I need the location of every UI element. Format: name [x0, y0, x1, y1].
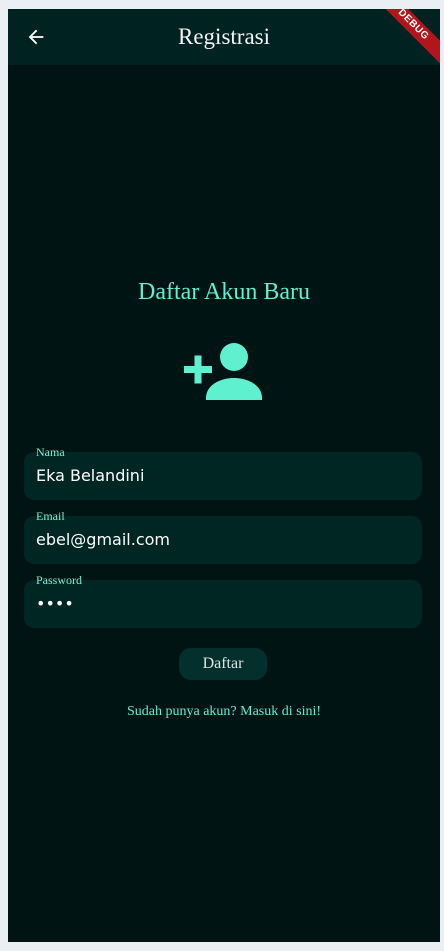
- password-field[interactable]: Password: [24, 573, 422, 628]
- email-input[interactable]: [36, 516, 410, 564]
- password-label: Password: [36, 573, 83, 587]
- email-field[interactable]: Email: [24, 509, 422, 564]
- register-button[interactable]: Daftar: [179, 648, 267, 680]
- name-field[interactable]: Nama: [24, 445, 422, 500]
- page-title: Registrasi: [178, 24, 270, 49]
- password-input[interactable]: [36, 580, 410, 628]
- register-heading: Daftar Akun Baru: [138, 279, 310, 305]
- login-link[interactable]: Sudah punya akun? Masuk di sini!: [8, 704, 440, 720]
- person-add-icon: [184, 343, 262, 400]
- app-bar: Registrasi: [8, 9, 440, 65]
- email-label: Email: [36, 509, 65, 523]
- app-screen: Registrasi DEBUG Daftar Akun Baru Nama E…: [8, 9, 440, 942]
- name-label: Nama: [36, 445, 65, 459]
- name-input[interactable]: [36, 452, 410, 500]
